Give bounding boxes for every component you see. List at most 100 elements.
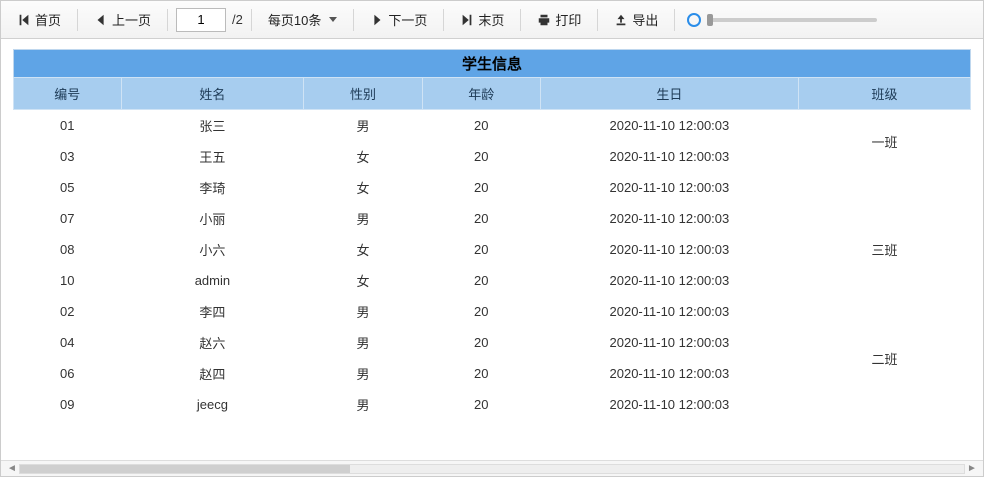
cell-id: 09 [14,389,122,420]
print-label: 打印 [555,10,581,29]
print-icon [537,13,551,27]
table-row[interactable]: 04赵六男202020-11-10 12:00:03二班 [14,327,971,358]
separator [353,9,354,31]
cell-class [798,296,970,327]
scroll-track[interactable] [19,464,965,474]
cell-name: 王五 [121,141,304,172]
cell-id: 03 [14,141,122,172]
cell-class [798,389,970,420]
table-row[interactable]: 05李琦女202020-11-10 12:00:03 [14,172,971,203]
export-button[interactable]: 导出 [606,7,666,32]
first-page-button[interactable]: 首页 [9,7,69,32]
student-table: 编号 姓名 性别 年龄 生日 班级 01张三男202020-11-10 12:0… [13,77,971,420]
table-row[interactable]: 09jeecg男202020-11-10 12:00:03 [14,389,971,420]
next-page-button[interactable]: 下一页 [362,7,435,32]
cell-age: 20 [422,110,540,142]
cell-class: 二班 [798,327,970,389]
cell-id: 05 [14,172,122,203]
page-size-button[interactable]: 每页10条 [260,7,345,32]
col-id[interactable]: 编号 [14,78,122,110]
zoom-slider[interactable] [687,13,877,27]
next-page-icon [370,13,384,27]
first-page-label: 首页 [35,10,61,29]
table-row[interactable]: 08小六女202020-11-10 12:00:03三班 [14,234,971,265]
print-button[interactable]: 打印 [529,7,589,32]
cell-id: 04 [14,327,122,358]
horizontal-scrollbar[interactable]: ◄ ► [1,460,983,476]
toolbar: 首页 上一页 /2 每页10条 下一页 末 [1,1,983,39]
cell-age: 20 [422,358,540,389]
prev-page-button[interactable]: 上一页 [86,7,159,32]
separator [251,9,252,31]
table-header-row: 编号 姓名 性别 年龄 生日 班级 [14,78,971,110]
cell-class [798,172,970,203]
cell-class [798,203,970,234]
scroll-left-arrow[interactable]: ◄ [5,463,19,474]
cell-name: 张三 [121,110,304,142]
prev-page-icon [94,13,108,27]
col-class[interactable]: 班级 [798,78,970,110]
cell-sex: 男 [304,296,422,327]
table-row[interactable]: 07小丽男202020-11-10 12:00:03 [14,203,971,234]
cell-age: 20 [422,296,540,327]
scroll-right-arrow[interactable]: ► [965,463,979,474]
cell-sex: 男 [304,327,422,358]
cell-birthday: 2020-11-10 12:00:03 [540,389,798,420]
last-page-button[interactable]: 末页 [452,7,512,32]
cell-id: 01 [14,110,122,142]
cell-id: 08 [14,234,122,265]
cell-age: 20 [422,389,540,420]
prev-page-label: 上一页 [112,10,151,29]
cell-name: 李四 [121,296,304,327]
separator [77,9,78,31]
col-age[interactable]: 年龄 [422,78,540,110]
table-row[interactable]: 02李四男202020-11-10 12:00:03 [14,296,971,327]
cell-sex: 男 [304,110,422,142]
app-window: 首页 上一页 /2 每页10条 下一页 末 [0,0,984,477]
table-body: 01张三男202020-11-10 12:00:03一班03王五女202020-… [14,110,971,421]
cell-age: 20 [422,327,540,358]
col-name[interactable]: 姓名 [121,78,304,110]
table-row[interactable]: 01张三男202020-11-10 12:00:03一班 [14,110,971,142]
cell-name: 赵六 [121,327,304,358]
col-birthday[interactable]: 生日 [540,78,798,110]
cell-birthday: 2020-11-10 12:00:03 [540,172,798,203]
first-page-icon [17,13,31,27]
table-row[interactable]: 10admin女202020-11-10 12:00:03 [14,265,971,296]
cell-id: 07 [14,203,122,234]
last-page-label: 末页 [478,10,504,29]
separator [674,9,675,31]
cell-age: 20 [422,265,540,296]
slider-track[interactable] [707,18,877,22]
cell-name: jeecg [121,389,304,420]
separator [167,9,168,31]
cell-id: 06 [14,358,122,389]
cell-age: 20 [422,234,540,265]
page-number-input[interactable] [176,8,226,32]
page-size-label: 每页10条 [268,10,321,29]
cell-sex: 女 [304,265,422,296]
cell-sex: 女 [304,234,422,265]
cell-id: 10 [14,265,122,296]
cell-name: 小丽 [121,203,304,234]
separator [443,9,444,31]
cell-id: 02 [14,296,122,327]
slider-thumb[interactable] [707,14,713,26]
cell-name: 小六 [121,234,304,265]
cell-birthday: 2020-11-10 12:00:03 [540,141,798,172]
cell-age: 20 [422,141,540,172]
content-area: 学生信息 编号 姓名 性别 年龄 生日 班级 01张三男202020-11-10… [1,39,983,460]
table-title: 学生信息 [13,49,971,77]
cell-birthday: 2020-11-10 12:00:03 [540,296,798,327]
loading-icon [687,13,701,27]
cell-sex: 男 [304,358,422,389]
scroll-thumb[interactable] [20,465,350,473]
col-sex[interactable]: 性别 [304,78,422,110]
cell-class: 一班 [798,110,970,173]
cell-age: 20 [422,203,540,234]
cell-name: 李琦 [121,172,304,203]
cell-name: 赵四 [121,358,304,389]
cell-class [798,265,970,296]
separator [520,9,521,31]
cell-sex: 女 [304,172,422,203]
